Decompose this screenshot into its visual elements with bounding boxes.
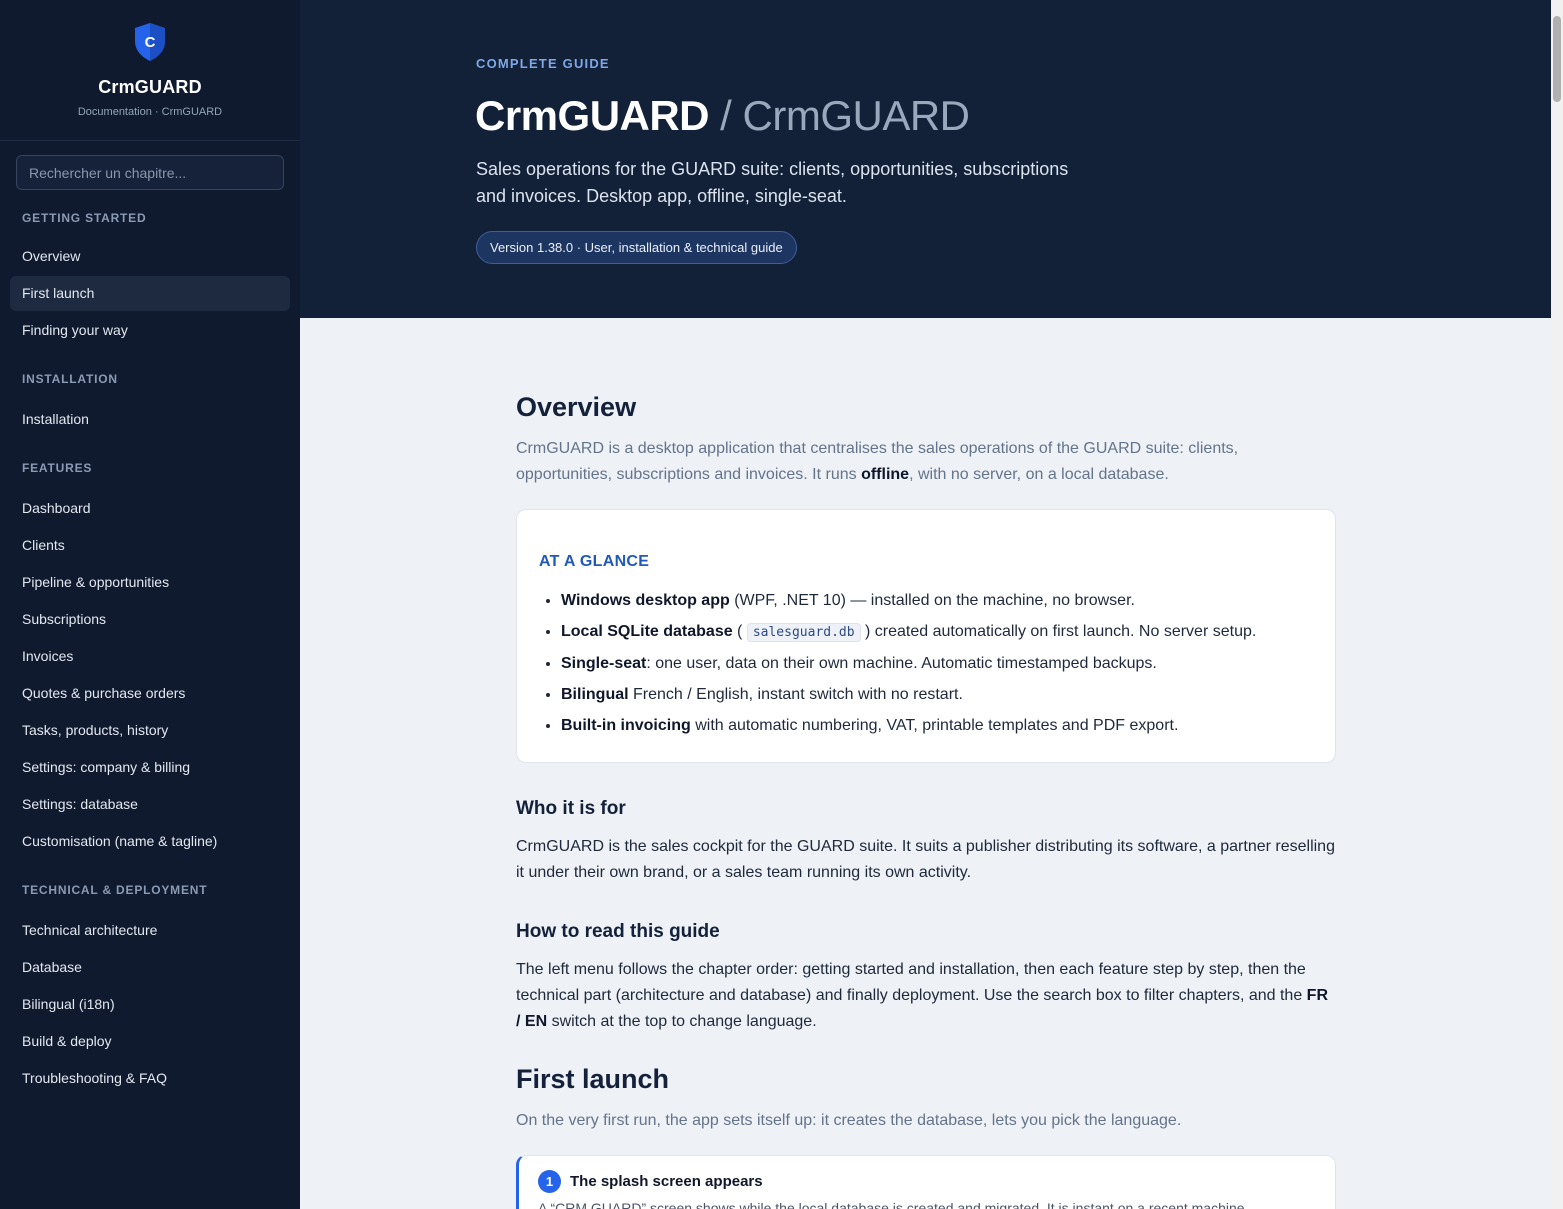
who-heading: Who it is for (516, 798, 626, 819)
list-item: Windows desktop app (WPF, .NET 10) — ins… (561, 585, 1321, 616)
hero-eyebrow: COMPLETE GUIDE (476, 56, 610, 71)
list-item: Single-seat: one user, data on their own… (561, 648, 1321, 679)
nav-item-quotes[interactable]: Quotes & purchase orders (10, 676, 290, 711)
page-title: CrmGUARD / CrmGUARD (475, 92, 970, 140)
brand-name: CrmGUARD (98, 77, 202, 97)
step-number-badge: 1 (538, 1170, 561, 1193)
nav-section-installation: INSTALLATION (22, 372, 118, 386)
page-title-main: CrmGUARD (475, 92, 710, 139)
at-a-glance-list: Windows desktop app (WPF, .NET 10) — ins… (561, 585, 1321, 741)
nav-item-overview[interactable]: Overview (10, 239, 290, 274)
how-to-read-heading: How to read this guide (516, 921, 720, 942)
card-title: AT A GLANCE (539, 553, 650, 570)
nav-item-subscriptions[interactable]: Subscriptions (10, 602, 290, 637)
nav-item-installation[interactable]: Installation (10, 402, 290, 437)
nav-item-build-deploy[interactable]: Build & deploy (10, 1024, 290, 1059)
code-filename: salesguard.db (746, 623, 861, 642)
nav-item-tasks[interactable]: Tasks, products, history (10, 713, 290, 748)
shield-logo-icon: C (135, 23, 165, 61)
nav-item-architecture[interactable]: Technical architecture (10, 913, 290, 948)
main-content: Overview CrmGUARD is a desktop applicati… (300, 318, 1551, 1209)
how-to-read-text: The left menu follows the chapter order:… (516, 961, 1328, 1030)
nav-section-features: FEATURES (22, 461, 93, 475)
page-title-suffix: / CrmGUARD (709, 92, 970, 139)
nav-item-dashboard[interactable]: Dashboard (10, 491, 290, 526)
overview-lead: CrmGUARD is a desktop application that c… (516, 440, 1239, 483)
logo-letter: C (145, 34, 156, 51)
nav-item-first-launch[interactable]: First launch (10, 276, 290, 311)
list-item: Built-in invoicing with automatic number… (561, 710, 1321, 741)
nav-section-getting-started: GETTING STARTED (22, 211, 147, 225)
who-text: CrmGUARD is the sales cockpit for the GU… (516, 838, 1335, 881)
nav-item-settings-company[interactable]: Settings: company & billing (10, 750, 290, 785)
nav-section-technical: TECHNICAL & DEPLOYMENT (22, 883, 208, 897)
page-scrollbar[interactable] (1551, 0, 1563, 1209)
first-launch-heading: First launch (516, 1064, 670, 1094)
step-title: The splash screen appears (570, 1173, 763, 1190)
scrollbar-thumb[interactable] (1553, 16, 1561, 102)
list-item: Local SQLite database ( salesguard.db ) … (561, 616, 1321, 648)
brand-subtitle: Documentation · CrmGUARD (77, 106, 223, 118)
nav-item-settings-database[interactable]: Settings: database (10, 787, 290, 822)
step-text: A “CRM GUARD” screen shows while the loc… (538, 1200, 1249, 1209)
hero-banner: COMPLETE GUIDE CrmGUARD / CrmGUARD Sales… (300, 0, 1551, 318)
chapter-nav: GETTING STARTED Overview First launch Fi… (0, 209, 300, 1098)
overview-heading: Overview (516, 392, 637, 422)
at-a-glance-card: AT A GLANCE Windows desktop app (WPF, .N… (516, 509, 1336, 763)
nav-item-database[interactable]: Database (10, 950, 290, 985)
nav-item-troubleshooting[interactable]: Troubleshooting & FAQ (10, 1061, 290, 1096)
sidebar: C CrmGUARD Documentation · CrmGUARD GETT… (0, 0, 300, 1209)
version-badge: Version 1.38.0 · User, installation & te… (476, 231, 797, 264)
nav-item-invoices[interactable]: Invoices (10, 639, 290, 674)
first-launch-lead: On the very first run, the app sets itse… (516, 1112, 1182, 1129)
search-input[interactable] (16, 155, 284, 190)
hero-description: Sales operations for the GUARD suite: cl… (476, 159, 1069, 206)
list-item: Bilingual French / English, instant swit… (561, 679, 1321, 710)
nav-item-finding-your-way[interactable]: Finding your way (10, 313, 290, 348)
brand-header: C CrmGUARD Documentation · CrmGUARD (0, 0, 300, 141)
nav-item-clients[interactable]: Clients (10, 528, 290, 563)
step-card: 1 The splash screen appears A “CRM GUARD… (516, 1155, 1336, 1209)
nav-item-customisation[interactable]: Customisation (name & tagline) (10, 824, 290, 859)
nav-item-pipeline[interactable]: Pipeline & opportunities (10, 565, 290, 600)
nav-item-bilingual[interactable]: Bilingual (i18n) (10, 987, 290, 1022)
